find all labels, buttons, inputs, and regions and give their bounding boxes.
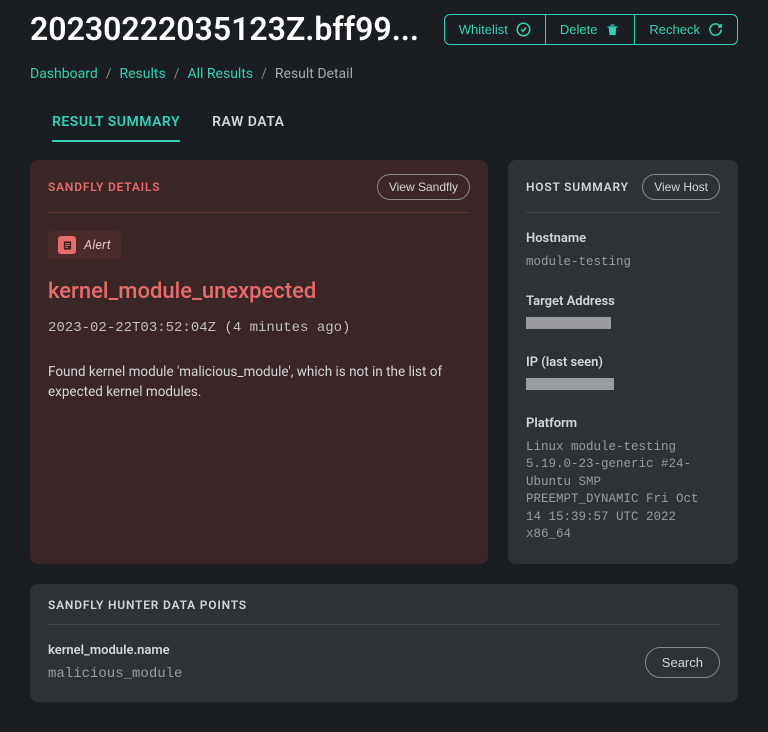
hunter-key: kernel_module.name bbox=[48, 643, 182, 658]
delete-button[interactable]: Delete bbox=[546, 15, 636, 44]
target-address-value bbox=[526, 317, 720, 333]
redacted-bar bbox=[526, 317, 611, 329]
hostname-label: Hostname bbox=[526, 231, 720, 246]
whitelist-label: Whitelist bbox=[459, 22, 508, 37]
delete-label: Delete bbox=[560, 22, 598, 37]
sandfly-description: Found kernel module 'malicious_module', … bbox=[48, 362, 470, 403]
hunter-title: SANDFLY HUNTER DATA POINTS bbox=[48, 598, 720, 625]
recheck-label: Recheck bbox=[649, 22, 700, 37]
view-sandfly-button[interactable]: View Sandfly bbox=[377, 174, 470, 200]
hunter-value: malicious_module bbox=[48, 666, 182, 682]
host-summary-title: HOST SUMMARY bbox=[526, 180, 629, 194]
hunter-panel: SANDFLY HUNTER DATA POINTS kernel_module… bbox=[30, 584, 738, 702]
breadcrumb-separator: / bbox=[106, 66, 112, 82]
redacted-bar bbox=[526, 378, 614, 390]
breadcrumb-current: Result Detail bbox=[275, 66, 353, 82]
breadcrumb: Dashboard / Results / All Results / Resu… bbox=[30, 66, 738, 82]
breadcrumb-results[interactable]: Results bbox=[120, 66, 166, 82]
action-button-group: Whitelist Delete Recheck bbox=[444, 14, 738, 45]
breadcrumb-separator: / bbox=[174, 66, 180, 82]
tab-raw-data[interactable]: RAW DATA bbox=[212, 114, 284, 142]
alert-label: Alert bbox=[84, 238, 111, 253]
tab-result-summary[interactable]: RESULT SUMMARY bbox=[52, 114, 180, 142]
hostname-value: module-testing bbox=[526, 254, 720, 272]
target-address-label: Target Address bbox=[526, 294, 720, 309]
alert-badge: Alert bbox=[48, 231, 121, 259]
sandfly-name: kernel_module_unexpected bbox=[48, 279, 470, 304]
ip-label: IP (last seen) bbox=[526, 355, 720, 370]
breadcrumb-all-results[interactable]: All Results bbox=[188, 66, 254, 82]
search-button[interactable]: Search bbox=[645, 647, 720, 678]
ip-value bbox=[526, 378, 720, 394]
trash-icon bbox=[605, 22, 620, 37]
whitelist-button[interactable]: Whitelist bbox=[445, 15, 546, 44]
sandfly-timestamp: 2023-02-22T03:52:04Z (4 minutes ago) bbox=[48, 320, 470, 336]
refresh-icon bbox=[708, 22, 723, 37]
check-circle-icon bbox=[516, 22, 531, 37]
tabs: RESULT SUMMARY RAW DATA bbox=[30, 114, 738, 142]
platform-value: Linux module-testing 5.19.0-23-generic #… bbox=[526, 439, 720, 544]
sandfly-details-title: SANDFLY DETAILS bbox=[48, 180, 160, 194]
recheck-button[interactable]: Recheck bbox=[635, 15, 737, 44]
page-title: 20230222035123Z.bff99... bbox=[30, 10, 419, 48]
alert-icon bbox=[58, 236, 76, 254]
view-host-button[interactable]: View Host bbox=[642, 174, 720, 200]
breadcrumb-dashboard[interactable]: Dashboard bbox=[30, 66, 98, 82]
breadcrumb-separator: / bbox=[261, 66, 267, 82]
sandfly-details-panel: SANDFLY DETAILS View Sandfly Alert kerne… bbox=[30, 160, 488, 564]
platform-label: Platform bbox=[526, 416, 720, 431]
host-summary-panel: HOST SUMMARY View Host Hostname module-t… bbox=[508, 160, 738, 564]
